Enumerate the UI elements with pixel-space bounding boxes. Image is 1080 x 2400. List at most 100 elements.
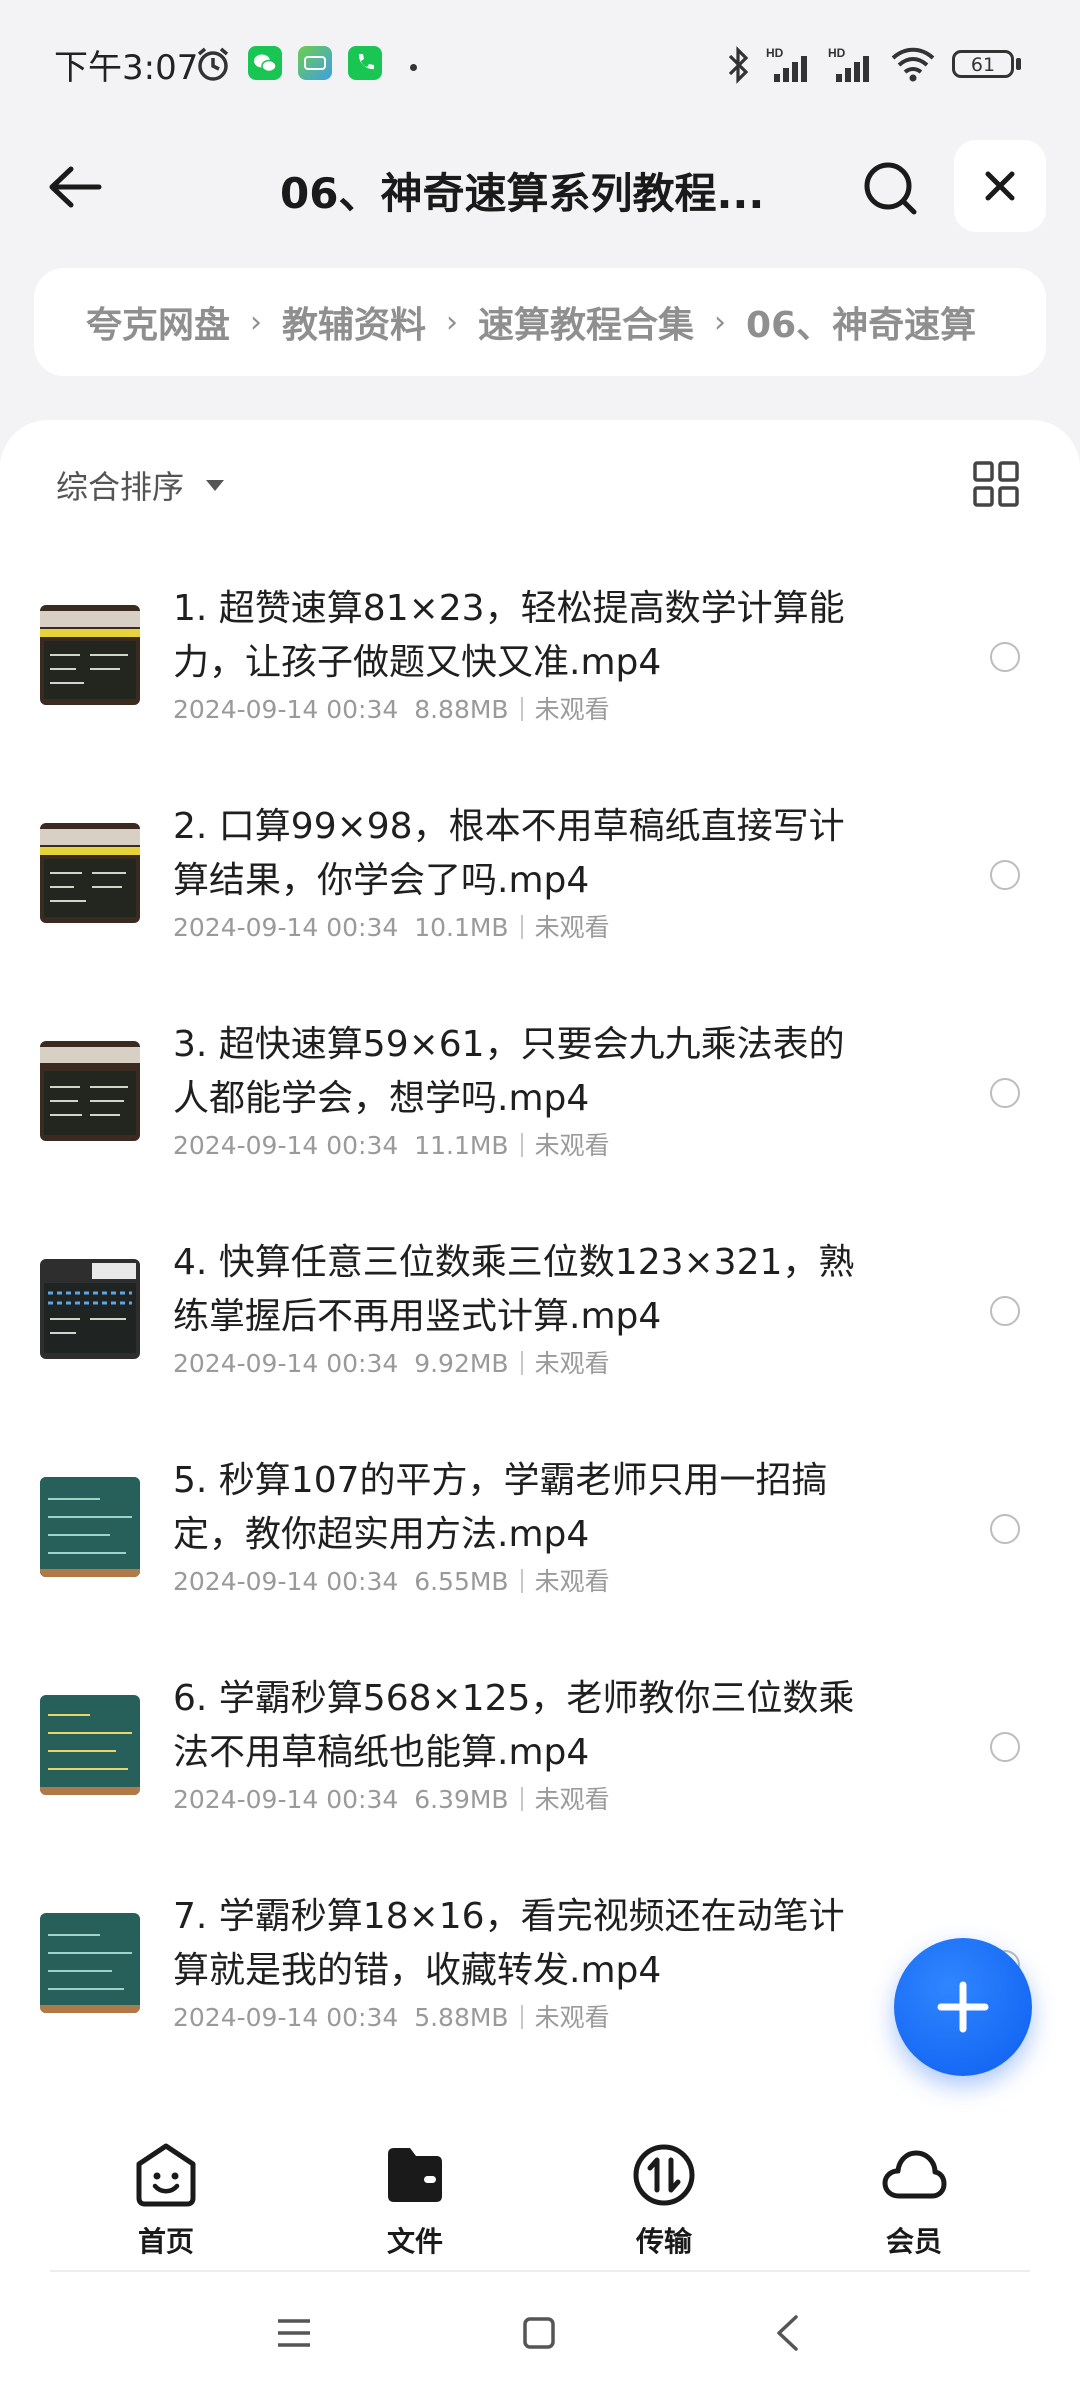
signal-hd-icon: HD xyxy=(766,46,807,82)
file-item[interactable]: 5. 秒算107的平方，学霸老师只用一招搞定，教你超实用方法.mp4 2024-… xyxy=(0,1432,1080,1650)
file-date: 2024-09-14 00:34 xyxy=(173,1349,399,1378)
search-button[interactable] xyxy=(852,150,928,226)
sort-dropdown[interactable]: 综合排序 xyxy=(56,462,225,508)
wechat-icon xyxy=(248,46,282,80)
video-thumbnail xyxy=(40,605,140,705)
breadcrumb-separator: › xyxy=(250,304,263,340)
file-date: 2024-09-14 00:34 xyxy=(173,1785,399,1814)
file-item[interactable]: 6. 学霸秒算568×125，老师教你三位数乘法不用草稿纸也能算.mp4 202… xyxy=(0,1650,1080,1868)
breadcrumb: 夸克网盘 › 教辅资料 › 速算教程合集 › 06、神奇速算 xyxy=(34,268,1046,376)
wifi-icon xyxy=(891,47,935,82)
file-meta: 2024-09-14 00:34 9.92MB 未观看 xyxy=(173,1344,610,1380)
file-date: 2024-09-14 00:34 xyxy=(173,695,399,724)
file-panel: 综合排序 1. 超赞速算81×23，轻松提高数学计算能力，让孩子做题又快又准.m… xyxy=(0,420,1080,2120)
file-size: 5.88MB xyxy=(414,2003,509,2032)
file-meta: 2024-09-14 00:34 6.55MB 未观看 xyxy=(173,1562,610,1598)
watch-status: 未观看 xyxy=(534,1567,610,1596)
sort-label: 综合排序 xyxy=(56,468,185,506)
nav-item-transfer[interactable]: 传输 xyxy=(594,2140,734,2260)
svg-text:HD: HD xyxy=(766,46,784,60)
file-item[interactable]: 1. 超赞速算81×23，轻松提高数学计算能力，让孩子做题又快又准.mp4 20… xyxy=(0,560,1080,778)
file-name: 1. 超赞速算81×23，轻松提高数学计算能力，让孩子做题又快又准.mp4 xyxy=(173,588,845,683)
file-meta: 2024-09-14 00:34 8.88MB 未观看 xyxy=(173,690,610,726)
file-date: 2024-09-14 00:34 xyxy=(173,1567,399,1596)
breadcrumb-item-current-folder[interactable]: 06、神奇速算 xyxy=(746,296,976,348)
video-thumbnail xyxy=(40,1695,140,1795)
battery-icon: 61 xyxy=(952,50,1014,78)
nav-item-home[interactable]: 首页 xyxy=(96,2140,236,2260)
system-nav-bar xyxy=(0,2272,1080,2400)
file-name: 2. 口算99×98，根本不用草稿纸直接写计算结果，你学会了吗.mp4 xyxy=(173,806,845,901)
home-smile-icon xyxy=(136,2143,196,2207)
file-item[interactable]: 3. 超快速算59×61，只要会九九乘法表的人都能学会，想学吗.mp4 2024… xyxy=(0,996,1080,1214)
watch-status: 未观看 xyxy=(534,2003,610,2032)
folder-icon xyxy=(388,2148,442,2202)
watch-status: 未观看 xyxy=(534,913,610,942)
video-thumbnail xyxy=(40,823,140,923)
breadcrumb-item-quark-drive[interactable]: 夸克网盘 xyxy=(86,296,230,348)
breadcrumb-item-speed-math-collection[interactable]: 速算教程合集 xyxy=(478,296,694,348)
nav-label-files: 文件 xyxy=(386,2225,443,2258)
meta-divider xyxy=(520,1569,523,1593)
breadcrumb-separator: › xyxy=(446,304,459,340)
add-button[interactable] xyxy=(894,1938,1032,2076)
meta-divider xyxy=(520,915,523,939)
home-square-icon[interactable] xyxy=(522,2316,556,2350)
select-radio[interactable] xyxy=(990,642,1020,672)
select-radio[interactable] xyxy=(990,1732,1020,1762)
file-name: 7. 学霸秒算18×16，看完视频还在动笔计算就是我的错，收藏转发.mp4 xyxy=(173,1896,845,1991)
file-size: 8.88MB xyxy=(414,695,509,724)
search-icon xyxy=(864,162,917,215)
watch-status: 未观看 xyxy=(534,695,610,724)
arrow-left-icon xyxy=(49,166,102,208)
file-meta: 2024-09-14 00:34 10.1MB 未观看 xyxy=(173,908,610,944)
file-name: 6. 学霸秒算568×125，老师教你三位数乘法不用草稿纸也能算.mp4 xyxy=(173,1678,855,1773)
breadcrumb-item-teaching-materials[interactable]: 教辅资料 xyxy=(282,296,426,348)
alarm-icon xyxy=(197,47,229,81)
video-thumbnail xyxy=(40,1041,140,1141)
caret-down-icon xyxy=(206,479,225,491)
file-name: 5. 秒算107的平方，学霸老师只用一招搞定，教你超实用方法.mp4 xyxy=(173,1460,828,1555)
svg-text:HD: HD xyxy=(828,46,846,60)
grid-view-icon[interactable] xyxy=(972,460,1020,508)
watch-status: 未观看 xyxy=(534,1131,610,1160)
file-meta: 2024-09-14 00:34 11.1MB 未观看 xyxy=(173,1126,610,1162)
meta-divider xyxy=(520,1787,523,1811)
file-size: 11.1MB xyxy=(414,1131,509,1160)
watch-status: 未观看 xyxy=(534,1785,610,1814)
status-time: 下午3:07 xyxy=(54,48,199,88)
bottom-nav: 首页 文件 传输 会员 xyxy=(0,2120,1080,2272)
select-radio[interactable] xyxy=(990,1296,1020,1326)
page-title: 06、神奇速算系列教程... xyxy=(280,169,765,218)
watch-status: 未观看 xyxy=(534,1349,610,1378)
file-date: 2024-09-14 00:34 xyxy=(173,2003,399,2032)
close-button[interactable] xyxy=(954,140,1046,232)
nav-item-files[interactable]: 文件 xyxy=(345,2140,485,2260)
meta-divider xyxy=(520,2005,523,2029)
menu-icon[interactable] xyxy=(276,2318,312,2348)
nav-label-home: 首页 xyxy=(137,2225,194,2258)
file-name: 3. 超快速算59×61，只要会九九乘法表的人都能学会，想学吗.mp4 xyxy=(173,1024,845,1119)
file-item[interactable]: 4. 快算任意三位数乘三位数123×321，熟练掌握后不再用竖式计算.mp4 2… xyxy=(0,1214,1080,1432)
breadcrumb-fade xyxy=(976,268,1046,376)
breadcrumb-separator: › xyxy=(714,304,727,340)
select-radio[interactable] xyxy=(990,1078,1020,1108)
transfer-icon xyxy=(633,2144,695,2206)
file-size: 9.92MB xyxy=(414,1349,509,1378)
meta-divider xyxy=(520,697,523,721)
file-name: 4. 快算任意三位数乘三位数123×321，熟练掌握后不再用竖式计算.mp4 xyxy=(173,1242,855,1337)
select-radio[interactable] xyxy=(990,860,1020,890)
plus-icon xyxy=(937,1981,989,2033)
back-button[interactable] xyxy=(40,152,110,222)
nav-item-membership[interactable]: 会员 xyxy=(844,2140,984,2260)
back-chevron-icon[interactable] xyxy=(774,2314,800,2352)
file-date: 2024-09-14 00:34 xyxy=(173,1131,399,1160)
select-radio[interactable] xyxy=(990,1514,1020,1544)
file-meta: 2024-09-14 00:34 6.39MB 未观看 xyxy=(173,1780,610,1816)
meta-divider xyxy=(520,1351,523,1375)
close-icon xyxy=(985,171,1015,201)
file-item[interactable]: 2. 口算99×98，根本不用草稿纸直接写计算结果，你学会了吗.mp4 2024… xyxy=(0,778,1080,996)
meta-divider xyxy=(520,1133,523,1157)
signal-hd-icon: HD xyxy=(828,46,869,82)
iqiyi-icon xyxy=(298,46,332,80)
